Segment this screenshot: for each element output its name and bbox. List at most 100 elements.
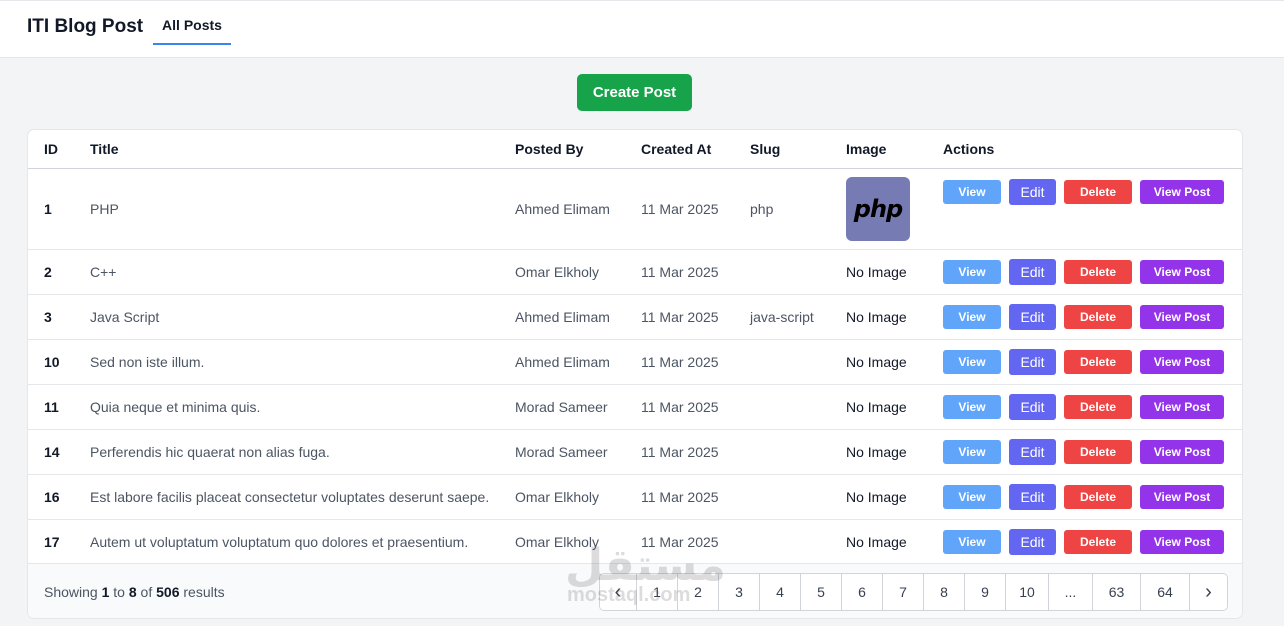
pagination-page[interactable]: 4 xyxy=(760,574,801,610)
edit-button[interactable]: Edit xyxy=(1009,303,1056,330)
cell-id: 14 xyxy=(44,443,60,460)
table-body: 1 PHP Ahmed Elimam 11 Mar 2025 php php View Edi… xyxy=(28,168,1242,564)
tab-all-posts[interactable]: All Posts xyxy=(153,1,231,45)
view-button[interactable]: View xyxy=(943,394,1001,419)
cell-created-at: 11 Mar 2025 xyxy=(641,488,719,505)
edit-button[interactable]: Edit xyxy=(1009,528,1056,555)
delete-button[interactable]: Delete xyxy=(1064,394,1132,419)
pagination-page[interactable]: 2 xyxy=(678,574,719,610)
pagination-page[interactable]: 10 xyxy=(1006,574,1049,610)
view-button[interactable]: View xyxy=(943,529,1001,554)
edit-button[interactable]: Edit xyxy=(1009,393,1056,420)
header-slug: Slug xyxy=(750,140,781,157)
results-to: 8 xyxy=(128,584,137,600)
table-row: 17 Autem ut voluptatum voluptatum quo dol… xyxy=(28,519,1242,564)
view-post-button[interactable]: View Post xyxy=(1140,304,1224,329)
results-summary: Showing 1 to 8 of 506 results xyxy=(44,584,225,600)
pagination-prev-button[interactable]: ‹ xyxy=(600,574,637,610)
cell-actions: View Edit Delete View Post xyxy=(943,294,1242,339)
chevron-right-icon: › xyxy=(1205,580,1212,603)
view-button[interactable]: View xyxy=(943,179,1001,204)
table-row: 16 Est labore facilis placeat consectetur… xyxy=(28,474,1242,519)
cell-created-at: 11 Mar 2025 xyxy=(641,263,719,280)
edit-button[interactable]: Edit xyxy=(1009,438,1056,465)
cell-posted-by: Omar Elkholy xyxy=(515,263,600,280)
view-button[interactable]: View xyxy=(943,439,1001,464)
pagination-page[interactable]: 1 xyxy=(637,574,678,610)
of-label: of xyxy=(140,584,153,600)
view-post-button[interactable]: View Post xyxy=(1140,179,1224,204)
cell-image: No Image xyxy=(846,353,907,370)
cell-slug xyxy=(750,519,846,564)
pagination-page[interactable]: 6 xyxy=(842,574,883,610)
cell-posted-by: Ahmed Elimam xyxy=(515,200,610,217)
cell-title: Java Script xyxy=(90,308,160,325)
table-row: 1 PHP Ahmed Elimam 11 Mar 2025 php php View Edi… xyxy=(28,168,1242,249)
delete-button[interactable]: Delete xyxy=(1064,304,1132,329)
cell-id: 17 xyxy=(44,533,60,550)
cell-created-at: 11 Mar 2025 xyxy=(641,200,719,217)
header-created-at: Created At xyxy=(641,140,712,157)
cell-actions: View Edit Delete View Post xyxy=(943,474,1242,519)
view-post-button[interactable]: View Post xyxy=(1140,484,1224,509)
delete-button[interactable]: Delete xyxy=(1064,259,1132,284)
cell-actions: View Edit Delete View Post xyxy=(943,429,1242,474)
delete-button[interactable]: Delete xyxy=(1064,349,1132,374)
cell-created-at: 11 Mar 2025 xyxy=(641,533,719,550)
cell-posted-by: Omar Elkholy xyxy=(515,488,600,505)
cell-created-at: 11 Mar 2025 xyxy=(641,443,719,460)
pagination-page[interactable]: 3 xyxy=(719,574,760,610)
pagination-page[interactable]: 9 xyxy=(965,574,1006,610)
edit-button[interactable]: Edit xyxy=(1009,483,1056,510)
cell-slug xyxy=(750,249,846,294)
cell-id: 16 xyxy=(44,488,60,505)
table-row: 14 Perferendis hic quaerat non alias fuga… xyxy=(28,429,1242,474)
cell-id: 3 xyxy=(44,308,52,325)
header-id: ID xyxy=(44,140,58,157)
cell-image: No Image xyxy=(846,443,907,460)
pagination-page[interactable]: 63 xyxy=(1093,574,1141,610)
cell-id: 10 xyxy=(44,353,60,370)
view-post-button[interactable]: View Post xyxy=(1140,394,1224,419)
delete-button[interactable]: Delete xyxy=(1064,484,1132,509)
cell-created-at: 11 Mar 2025 xyxy=(641,398,719,415)
edit-button[interactable]: Edit xyxy=(1009,348,1056,375)
cell-actions: View Edit Delete View Post xyxy=(943,339,1242,384)
cell-slug xyxy=(750,339,846,384)
chevron-left-icon: ‹ xyxy=(614,580,622,603)
view-button[interactable]: View xyxy=(943,259,1001,284)
cell-image: php xyxy=(846,168,943,249)
view-post-button[interactable]: View Post xyxy=(1140,439,1224,464)
delete-button[interactable]: Delete xyxy=(1064,439,1132,464)
cell-slug xyxy=(750,429,846,474)
pagination-next-button[interactable]: › xyxy=(1190,574,1227,610)
cell-title: Perferendis hic quaerat non alias fuga. xyxy=(90,443,330,460)
view-button[interactable]: View xyxy=(943,349,1001,374)
cell-id: 11 xyxy=(44,398,59,415)
cell-id: 2 xyxy=(44,263,52,280)
cell-title: PHP xyxy=(90,200,119,217)
view-post-button[interactable]: View Post xyxy=(1140,529,1224,554)
edit-button[interactable]: Edit xyxy=(1009,258,1056,285)
delete-button[interactable]: Delete xyxy=(1064,529,1132,554)
results-from: 1 xyxy=(101,584,110,600)
edit-button[interactable]: Edit xyxy=(1009,178,1056,205)
create-post-button[interactable]: Create Post xyxy=(577,74,692,111)
showing-label: Showing xyxy=(44,584,98,600)
delete-button[interactable]: Delete xyxy=(1064,179,1132,204)
cell-image: No Image xyxy=(846,488,907,505)
view-post-button[interactable]: View Post xyxy=(1140,259,1224,284)
view-button[interactable]: View xyxy=(943,304,1001,329)
pagination-page[interactable]: 64 xyxy=(1141,574,1190,610)
pagination-page[interactable]: 7 xyxy=(883,574,924,610)
results-label: results xyxy=(183,584,225,600)
results-total: 506 xyxy=(156,584,180,600)
brand-title[interactable]: ITI Blog Post xyxy=(27,16,143,38)
cell-id: 1 xyxy=(44,200,52,217)
pagination-ellipsis: ... xyxy=(1049,574,1093,610)
view-post-button[interactable]: View Post xyxy=(1140,349,1224,374)
pagination-page[interactable]: 8 xyxy=(924,574,965,610)
pagination-page[interactable]: 5 xyxy=(801,574,842,610)
view-button[interactable]: View xyxy=(943,484,1001,509)
posts-table: ID Title Posted By Created At Slug Image… xyxy=(28,130,1242,565)
